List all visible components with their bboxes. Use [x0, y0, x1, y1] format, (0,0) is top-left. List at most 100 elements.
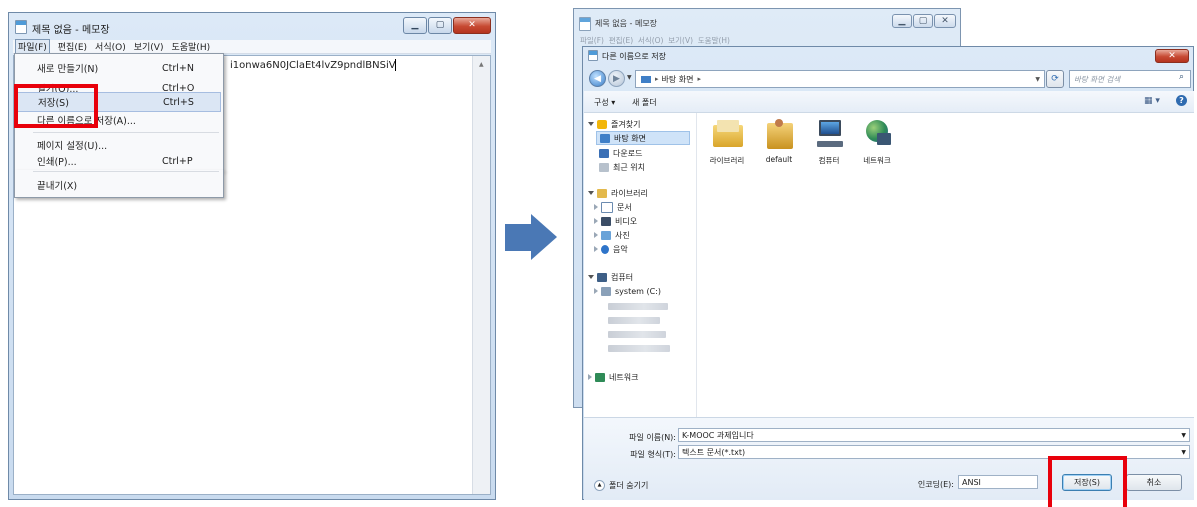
address-path: 바탕 화면 [661, 74, 694, 84]
bg-minimize-button[interactable]: ▁ [892, 14, 912, 28]
refresh-button[interactable]: ⟳ [1046, 70, 1064, 88]
filename-input[interactable]: K-MOOC 과제입니다 ▼ [678, 428, 1190, 442]
address-chevron-icon: ▸ [697, 75, 702, 83]
computer-icon [813, 117, 847, 151]
notepad-titlebar: 제목 없음 - 메모장 ▁ ▢ ✕ [9, 13, 495, 41]
help-icon[interactable]: ? [1176, 95, 1187, 106]
search-input[interactable]: 바탕 화면 검색 [1069, 70, 1191, 88]
scroll-up-icon[interactable]: ▲ [479, 61, 484, 68]
nav-drive-redacted[interactable] [608, 303, 668, 310]
nav-label: 바탕 화면 [614, 133, 646, 143]
menu-file[interactable]: 파일(F) [15, 39, 50, 54]
network-globe-icon [861, 117, 895, 151]
nav-computer[interactable]: 컴퓨터 [588, 270, 633, 284]
minimize-button[interactable]: ▁ [403, 17, 427, 34]
nav-system-c[interactable]: system (C:) [594, 284, 661, 298]
nav-label: 문서 [617, 202, 632, 212]
new-folder-button[interactable]: 새 폴더 [632, 97, 657, 108]
address-dropdown-icon[interactable]: ▼ [1035, 76, 1040, 83]
view-options-icon[interactable]: ▦ ▾ [1144, 96, 1160, 106]
nav-network[interactable]: 네트워크 [588, 370, 638, 384]
computer-icon [597, 272, 607, 282]
file-item-label: 라이브러리 [709, 156, 745, 165]
desktop-folder-icon [641, 75, 651, 83]
file-item-network[interactable]: 네트워크 [847, 117, 907, 167]
notepad-icon [15, 20, 27, 34]
nav-videos[interactable]: 비디오 [594, 214, 637, 228]
filename-value: K-MOOC 과제입니다 [682, 430, 754, 440]
recent-pages-dropdown[interactable]: ▼ [627, 74, 632, 81]
navigation-pane: 즐겨찾기 바탕 화면 다운로드 최근 위치 라이브러리 문서 비디오 사진 음악… [584, 113, 697, 417]
dialog-close-button[interactable]: ✕ [1155, 49, 1189, 63]
bg-close-button[interactable]: ✕ [934, 14, 956, 28]
nav-drive-redacted[interactable] [608, 331, 666, 338]
pictures-icon [601, 230, 611, 240]
menu-format[interactable]: 서식(O) [95, 40, 126, 53]
nav-drive-redacted[interactable] [608, 345, 670, 352]
nav-drive-redacted[interactable] [608, 317, 660, 324]
maximize-button[interactable]: ▢ [428, 17, 452, 34]
expand-icon[interactable] [594, 288, 598, 294]
bg-menu-bar: 파일(F) 편집(E) 서식(O) 보기(V) 도움말(H) [580, 36, 730, 45]
documents-icon [601, 201, 613, 213]
nav-libraries[interactable]: 라이브러리 [588, 186, 648, 200]
nav-label: 즐겨찾기 [611, 119, 641, 129]
nav-downloads[interactable]: 다운로드 [599, 146, 642, 160]
menu-bar: 파일(F) 편집(E) 서식(O) 보기(V) 도움말(H) [13, 39, 491, 54]
downloads-icon [599, 148, 609, 158]
menu-item-exit[interactable]: 끝내기(X) [17, 175, 221, 195]
hide-folders-label: 폴더 숨기기 [609, 481, 649, 490]
expand-icon[interactable] [594, 218, 598, 224]
expand-icon[interactable] [594, 246, 598, 252]
user-folder-icon [763, 117, 797, 151]
encoding-select[interactable]: ANSI [958, 475, 1038, 489]
menu-item-shortcut: Ctrl+P [162, 155, 193, 167]
music-icon [601, 244, 609, 254]
hide-folders-toggle[interactable]: ▲ 폴더 숨기기 [594, 480, 648, 491]
cancel-button[interactable]: 취소 [1126, 474, 1182, 491]
network-icon [595, 372, 605, 382]
expand-icon[interactable] [588, 374, 592, 380]
menu-item-new[interactable]: 새로 만들기(N) Ctrl+N [17, 58, 221, 78]
save-as-dialog: 다른 이름으로 저장 ✕ ◀ ▶ ▼ ▸ 바탕 화면 ▸ ▼ ⟳ 바탕 화면 검… [582, 46, 1194, 500]
file-menu-dropdown-tail: 끝내기(X) [14, 170, 224, 198]
highlight-save-button [1048, 456, 1127, 507]
nav-label: 음악 [613, 244, 628, 254]
drive-icon [601, 286, 611, 296]
expand-icon[interactable] [594, 204, 598, 210]
menu-item-print[interactable]: 인쇄(P)... Ctrl+P [17, 151, 221, 171]
bg-maximize-button[interactable]: ▢ [913, 14, 933, 28]
nav-label: 사진 [615, 230, 630, 240]
filetype-dropdown-icon[interactable]: ▼ [1181, 449, 1186, 456]
forward-button[interactable]: ▶ [608, 70, 625, 87]
back-button[interactable]: ◀ [589, 70, 606, 87]
nav-documents[interactable]: 문서 [594, 200, 632, 214]
arrow-right-icon [531, 214, 557, 260]
expand-icon[interactable] [588, 122, 594, 126]
dialog-title: 다른 이름으로 저장 [602, 52, 666, 61]
expand-icon[interactable] [588, 191, 594, 195]
nav-desktop[interactable]: 바탕 화면 [596, 131, 690, 145]
menu-edit[interactable]: 편집(E) [58, 40, 87, 53]
file-item-label: 네트워크 [863, 156, 891, 165]
address-bar[interactable]: ▸ 바탕 화면 ▸ ▼ [635, 70, 1045, 88]
menu-view[interactable]: 보기(V) [134, 40, 164, 53]
videos-icon [601, 216, 611, 226]
nav-recent[interactable]: 최근 위치 [599, 160, 645, 174]
window-title: 제목 없음 - 메모장 [32, 25, 110, 36]
nav-label: 다운로드 [613, 148, 643, 158]
filename-dropdown-icon[interactable]: ▼ [1181, 432, 1186, 439]
expand-icon[interactable] [588, 275, 594, 279]
expand-icon[interactable] [594, 232, 598, 238]
organize-button[interactable]: 구성 ▾ [594, 97, 615, 108]
file-item-libraries[interactable]: 라이브러리 [697, 117, 757, 167]
menu-help[interactable]: 도움말(H) [171, 40, 210, 53]
nav-music[interactable]: 음악 [594, 242, 628, 256]
nav-favorites[interactable]: 즐겨찾기 [588, 117, 640, 131]
menu-item-shortcut: Ctrl+S [163, 96, 194, 108]
vertical-scrollbar[interactable]: ▲ [472, 56, 490, 494]
dialog-titlebar: 다른 이름으로 저장 ✕ [583, 47, 1193, 65]
text-caret [395, 59, 396, 71]
nav-pictures[interactable]: 사진 [594, 228, 630, 242]
close-button[interactable]: ✕ [453, 17, 491, 34]
